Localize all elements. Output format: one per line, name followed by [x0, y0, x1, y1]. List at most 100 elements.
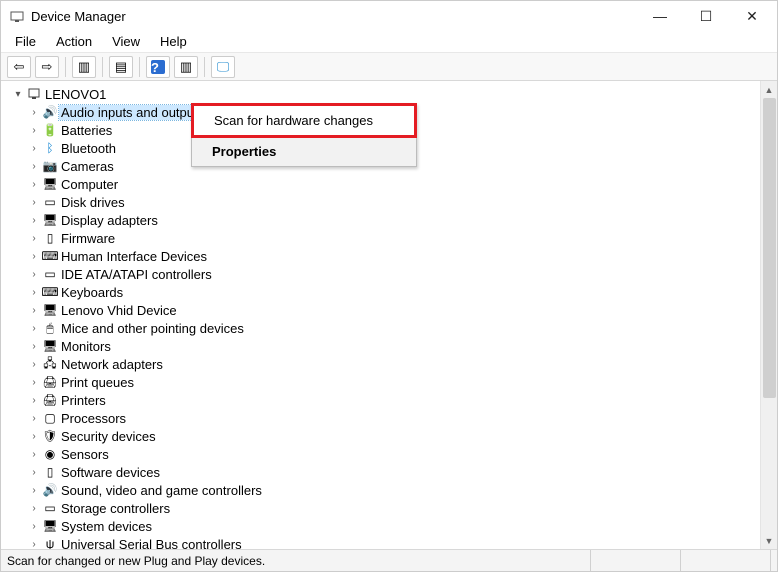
- tree-root[interactable]: ▾ LENOVO1: [5, 85, 773, 103]
- tree-category-label: Processors: [59, 411, 126, 426]
- tree-category-label: Sound, video and game controllers: [59, 483, 262, 498]
- device-category-icon: 🖥: [41, 213, 59, 227]
- chevron-right-icon[interactable]: ›: [27, 413, 41, 424]
- toolbar-help-button[interactable]: ?: [146, 56, 170, 78]
- tree-category-label: Sensors: [59, 447, 109, 462]
- chevron-right-icon[interactable]: ›: [27, 125, 41, 136]
- tree-category[interactable]: ›🖨Printers: [5, 391, 773, 409]
- tree-category[interactable]: ›🔊Sound, video and game controllers: [5, 481, 773, 499]
- tree-category[interactable]: ›🖥Display adapters: [5, 211, 773, 229]
- status-segment: [591, 550, 681, 571]
- tree-category[interactable]: ›▭Storage controllers: [5, 499, 773, 517]
- tree-category-label: Network adapters: [59, 357, 163, 372]
- arrow-right-icon: ⇨: [42, 59, 53, 75]
- device-category-icon: ᛒ: [41, 141, 59, 155]
- tree-category[interactable]: ›▢Processors: [5, 409, 773, 427]
- tree-category[interactable]: ›🖥Monitors: [5, 337, 773, 355]
- tree-category-label: Lenovo Vhid Device: [59, 303, 177, 318]
- tree-category-label: Print queues: [59, 375, 134, 390]
- menu-view[interactable]: View: [102, 32, 150, 51]
- chevron-right-icon[interactable]: ›: [27, 179, 41, 190]
- tree-category[interactable]: ›ψUniversal Serial Bus controllers: [5, 535, 773, 549]
- menu-file[interactable]: File: [5, 32, 46, 51]
- minimize-button[interactable]: —: [637, 1, 683, 31]
- window-controls: — ☐ ✕: [637, 1, 775, 31]
- tree-category[interactable]: ›🖱Mice and other pointing devices: [5, 319, 773, 337]
- menu-help[interactable]: Help: [150, 32, 197, 51]
- toolbar-tree-button[interactable]: ▥: [72, 56, 96, 78]
- toolbar-scan-button[interactable]: 🖵: [211, 56, 235, 78]
- chevron-right-icon[interactable]: ›: [27, 269, 41, 280]
- scroll-up-button[interactable]: ▲: [761, 81, 777, 98]
- device-category-icon: ◉: [41, 447, 59, 461]
- tree-category[interactable]: ›🖥Lenovo Vhid Device: [5, 301, 773, 319]
- scroll-thumb[interactable]: [763, 98, 776, 398]
- chevron-right-icon[interactable]: ›: [27, 251, 41, 262]
- chevron-right-icon[interactable]: ›: [27, 107, 41, 118]
- menu-action[interactable]: Action: [46, 32, 102, 51]
- chevron-right-icon[interactable]: ›: [27, 323, 41, 334]
- tree-category-label: Audio inputs and outputs: [59, 105, 204, 120]
- tree-category[interactable]: ›🖧Network adapters: [5, 355, 773, 373]
- toolbar-forward-button[interactable]: ⇨: [35, 56, 59, 78]
- content-area: ▾ LENOVO1 ›🔊Audio inputs and outputs›🔋Ba…: [1, 81, 777, 549]
- tree-category-label: Human Interface Devices: [59, 249, 207, 264]
- chevron-right-icon[interactable]: ›: [27, 341, 41, 352]
- device-category-icon: ▢: [41, 411, 59, 425]
- chevron-right-icon[interactable]: ›: [27, 305, 41, 316]
- maximize-button[interactable]: ☐: [683, 1, 729, 31]
- chevron-right-icon[interactable]: ›: [27, 395, 41, 406]
- vertical-scrollbar[interactable]: ▲ ▼: [760, 81, 777, 549]
- tree-root-label: LENOVO1: [43, 87, 106, 102]
- chevron-right-icon[interactable]: ›: [27, 467, 41, 478]
- menu-bar: File Action View Help: [1, 31, 777, 53]
- tree-category-label: Universal Serial Bus controllers: [59, 537, 242, 550]
- tree-category[interactable]: ›▯Software devices: [5, 463, 773, 481]
- chevron-right-icon[interactable]: ›: [27, 377, 41, 388]
- toolbar-back-button[interactable]: ⇦: [7, 56, 31, 78]
- toolbar-properties-button[interactable]: ▤: [109, 56, 133, 78]
- scroll-down-button[interactable]: ▼: [761, 532, 777, 549]
- device-category-icon: ▯: [41, 231, 59, 245]
- tree-category[interactable]: ›🖥System devices: [5, 517, 773, 535]
- chevron-right-icon[interactable]: ›: [27, 431, 41, 442]
- chevron-right-icon[interactable]: ›: [27, 287, 41, 298]
- chevron-right-icon[interactable]: ›: [27, 503, 41, 514]
- chevron-right-icon[interactable]: ›: [27, 449, 41, 460]
- tree-category[interactable]: ›⌨Keyboards: [5, 283, 773, 301]
- tree-category[interactable]: ›◉Sensors: [5, 445, 773, 463]
- chevron-right-icon[interactable]: ›: [27, 161, 41, 172]
- tree-category[interactable]: ›🖨Print queues: [5, 373, 773, 391]
- tree-category[interactable]: ›▯Firmware: [5, 229, 773, 247]
- chevron-right-icon[interactable]: ›: [27, 485, 41, 496]
- context-menu-properties[interactable]: Properties: [192, 137, 416, 166]
- toolbar-refresh-button[interactable]: ▥: [174, 56, 198, 78]
- chevron-right-icon[interactable]: ›: [27, 215, 41, 226]
- device-category-icon: 🔊: [41, 483, 59, 497]
- device-category-icon: 🖨: [41, 375, 59, 389]
- tree-category-label: Firmware: [59, 231, 115, 246]
- chevron-right-icon[interactable]: ›: [27, 521, 41, 532]
- help-icon: ?: [151, 60, 165, 74]
- window-title: Device Manager: [31, 9, 637, 24]
- device-category-icon: 🖧: [41, 354, 59, 375]
- tree-category[interactable]: ›▭Disk drives: [5, 193, 773, 211]
- chevron-right-icon[interactable]: ›: [27, 359, 41, 370]
- device-category-icon: 🖥: [41, 339, 59, 353]
- app-icon: [9, 8, 25, 24]
- tree-category-label: Software devices: [59, 465, 160, 480]
- chevron-right-icon[interactable]: ›: [27, 143, 41, 154]
- chevron-right-icon[interactable]: ›: [27, 197, 41, 208]
- chevron-right-icon[interactable]: ›: [27, 539, 41, 550]
- refresh-icon: ▥: [180, 59, 192, 75]
- tree-category[interactable]: ›🛡Security devices: [5, 427, 773, 445]
- close-button[interactable]: ✕: [729, 1, 775, 31]
- tree-category[interactable]: ›▭IDE ATA/ATAPI controllers: [5, 265, 773, 283]
- device-category-icon: ⌨: [41, 285, 59, 299]
- context-menu-scan-hardware[interactable]: Scan for hardware changes: [191, 103, 417, 138]
- tree-category[interactable]: ›🖥Computer: [5, 175, 773, 193]
- chevron-down-icon[interactable]: ▾: [11, 89, 25, 100]
- chevron-right-icon[interactable]: ›: [27, 233, 41, 244]
- tree-category[interactable]: ›⌨Human Interface Devices: [5, 247, 773, 265]
- tree-category-label: Computer: [59, 177, 118, 192]
